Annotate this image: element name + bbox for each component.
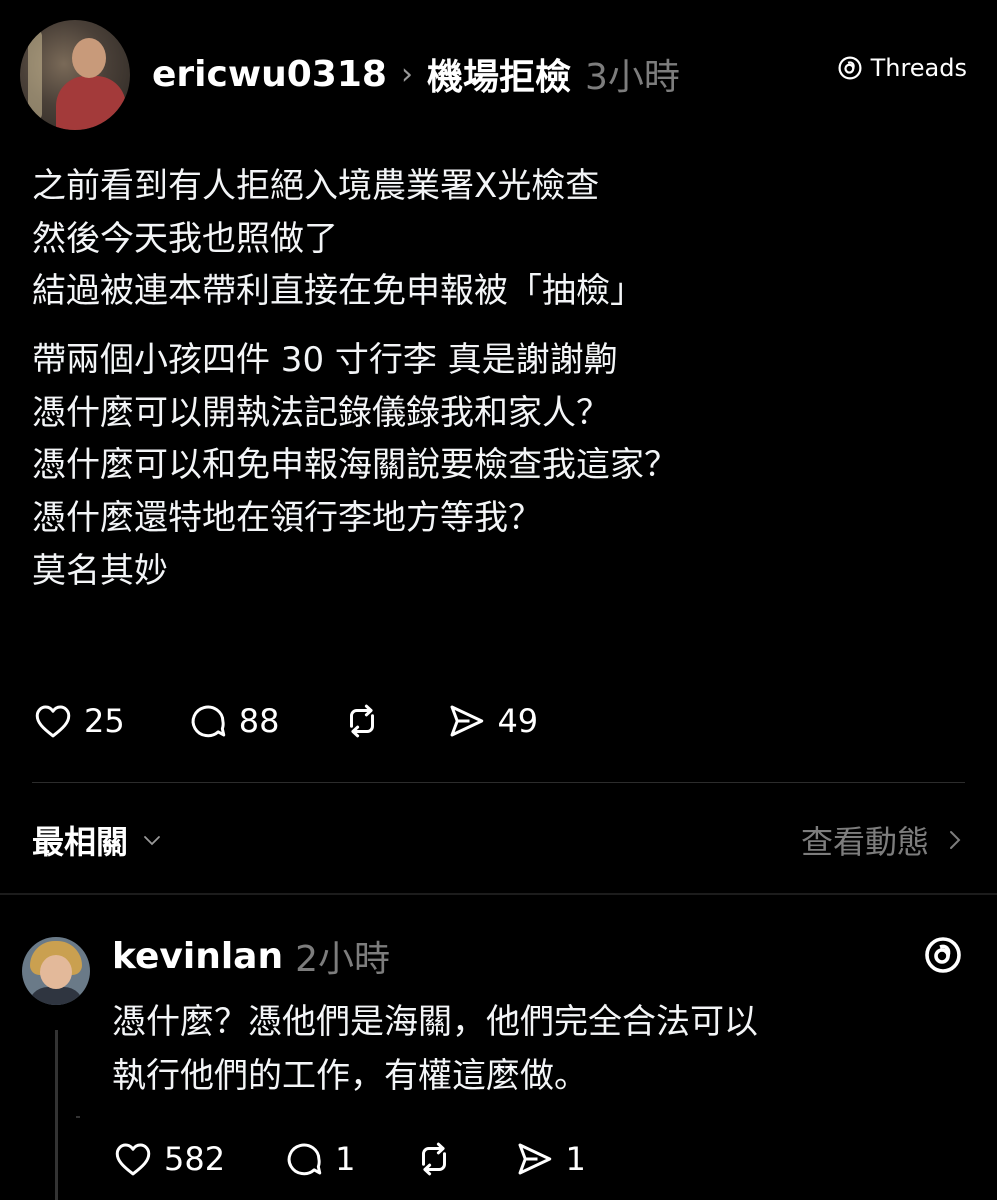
reply-header: kevinlan 2小時 (112, 930, 390, 982)
thread-line-tick (76, 1116, 80, 1118)
reply-repost-button[interactable] (413, 1138, 455, 1180)
share-count: 49 (497, 702, 539, 740)
view-activity-link[interactable]: 查看動態 (801, 817, 965, 863)
comment-button[interactable]: 88 (187, 700, 280, 742)
like-count: 25 (84, 702, 125, 740)
threads-logo-icon (838, 56, 862, 80)
post-text: 之前看到有人拒絕入境農業署X光檢查 然後今天我也照做了 結過被連本帶利直接在免申… (32, 160, 962, 598)
comment-count: 88 (238, 702, 280, 740)
reply-like-button[interactable]: 582 (112, 1138, 225, 1180)
reply-comment-button[interactable]: 1 (283, 1138, 355, 1180)
post-line: 帶兩個小孩四件 30 寸行李 真是謝謝齁 (32, 340, 618, 381)
post-line: 憑什麼可以和免申報海關說要檢查我這家？ (32, 445, 678, 486)
share-icon (518, 1143, 552, 1175)
comment-icon (191, 705, 225, 738)
post-line: 結過被連本帶利直接在免申報被「抽檢」 (32, 271, 644, 312)
reply-share-button[interactable]: 1 (513, 1138, 586, 1180)
view-activity-label: 查看動態 (800, 823, 929, 861)
reply-line: 執行他們的工作，有權這麼做。 (112, 1056, 588, 1097)
reply-username[interactable]: kevinlan (112, 936, 283, 977)
reply-avatar[interactable] (22, 937, 90, 1005)
reply-like-count: 582 (164, 1140, 226, 1178)
reply-time: 2小時 (295, 939, 390, 980)
chevron-right-icon: › (400, 56, 413, 92)
author-line: ericwu0318 › 機場拒檢 3小時 (152, 48, 680, 100)
reply-comment-count: 1 (335, 1140, 356, 1178)
sort-dropdown[interactable]: 最相關 (32, 817, 164, 863)
post-header: ericwu0318 › 機場拒檢 3小時 Threads (20, 20, 967, 130)
threads-label: Threads (870, 54, 967, 82)
threads-watermark: Threads (837, 54, 967, 82)
sort-label: 最相關 (32, 823, 129, 861)
divider (32, 782, 965, 783)
post-line: 憑什麼還特地在領行李地方等我？ (32, 498, 542, 539)
section-divider (0, 893, 997, 895)
thread-line (55, 1030, 58, 1200)
post-actions: 25 88 49 (32, 700, 600, 742)
repost-icon (422, 1142, 447, 1176)
reply-text: 憑什麼？憑他們是海關，他們完全合法可以 執行他們的工作，有權這麼做。 (112, 995, 972, 1104)
sort-row: 最相關 查看動態 (32, 815, 965, 865)
author-avatar[interactable] (20, 20, 130, 130)
comment-icon (287, 1143, 322, 1176)
heart-icon (35, 705, 71, 738)
chevron-right-icon (950, 831, 961, 849)
share-button[interactable]: 49 (445, 700, 538, 742)
reply-actions: 582 1 1 (112, 1138, 644, 1180)
chevron-down-icon (144, 836, 160, 846)
author-username[interactable]: ericwu0318 (152, 54, 387, 95)
post-line: 莫名其妙 (32, 550, 168, 591)
threads-logo-icon (925, 937, 961, 973)
post-line: 然後今天我也照做了 (32, 218, 338, 259)
reply-line: 憑什麼？憑他們是海關，他們完全合法可以 (112, 1002, 758, 1042)
share-icon (450, 705, 484, 737)
repost-button[interactable] (341, 700, 383, 742)
post-line: 憑什麼可以開執法記錄儀錄我和家人？ (32, 392, 610, 433)
topic-tag[interactable]: 機場拒檢 (427, 48, 571, 100)
like-button[interactable]: 25 (32, 700, 125, 742)
reply-share-count: 1 (565, 1140, 586, 1178)
post-time: 3小時 (584, 57, 680, 98)
repost-icon (350, 704, 375, 738)
post-line: 之前看到有人拒絕入境農業署X光檢查 (32, 166, 600, 206)
heart-icon (115, 1143, 151, 1176)
